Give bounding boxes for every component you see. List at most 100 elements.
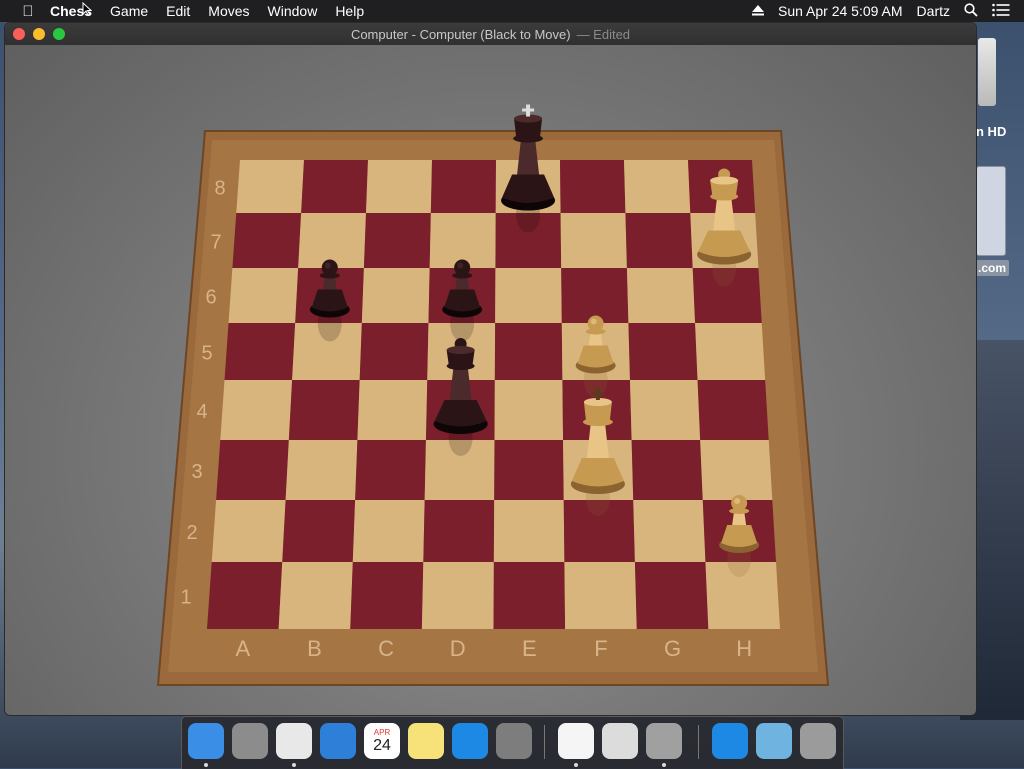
notes-icon[interactable]: [408, 723, 444, 759]
board-square-d8[interactable]: [430, 160, 496, 213]
board-square-d1[interactable]: [421, 562, 494, 629]
board-square-a7[interactable]: [232, 213, 302, 268]
apple-menu-icon[interactable]: : [20, 3, 36, 20]
close-window-button[interactable]: [13, 28, 25, 40]
board-square-c6[interactable]: [361, 268, 430, 323]
preview-icon[interactable]: [602, 723, 638, 759]
board-square-c8[interactable]: [365, 160, 432, 213]
board-square-g2[interactable]: [633, 500, 706, 562]
board-square-a6[interactable]: [228, 268, 299, 323]
dock: APR 24: [181, 716, 844, 769]
app-store-downloads-icon[interactable]: [712, 723, 748, 759]
board-square-a2[interactable]: [211, 500, 286, 562]
board-square-a8[interactable]: [236, 160, 304, 213]
board-square-g5[interactable]: [628, 323, 698, 380]
board-square-f7[interactable]: [560, 213, 627, 268]
board-square-b7[interactable]: [298, 213, 366, 268]
app-store-icon[interactable]: [452, 723, 488, 759]
chess-icon[interactable]: [646, 723, 682, 759]
eject-icon[interactable]: [752, 3, 765, 19]
board-square-h4[interactable]: [697, 380, 769, 440]
board-square-c7[interactable]: [363, 213, 431, 268]
menu-edit[interactable]: Edit: [166, 3, 190, 19]
zoom-window-button[interactable]: [53, 28, 65, 40]
rank-label: 2: [186, 522, 197, 544]
window-titlebar[interactable]: Computer - Computer (Black to Move) — Ed…: [5, 23, 976, 45]
board-square-g4[interactable]: [629, 380, 701, 440]
board-square-g3[interactable]: [631, 440, 703, 500]
board-square-a5[interactable]: [224, 323, 296, 380]
board-square-h5[interactable]: [695, 323, 766, 380]
board-square-f8[interactable]: [560, 160, 626, 213]
board-square-e3[interactable]: [494, 440, 564, 500]
file-label: A: [235, 636, 250, 661]
board-square-b2[interactable]: [282, 500, 356, 562]
board-square-a1[interactable]: [207, 562, 283, 629]
chrome-icon[interactable]: [276, 723, 312, 759]
running-app-indicator: [574, 763, 578, 767]
spotlight-search-icon[interactable]: [964, 2, 978, 20]
board-square-f6[interactable]: [561, 268, 629, 323]
clock-text[interactable]: Sun Apr 24 5:09 AM: [778, 3, 903, 19]
minimize-window-button[interactable]: [33, 28, 45, 40]
board-square-b3[interactable]: [285, 440, 358, 500]
board-square-c2[interactable]: [352, 500, 425, 562]
menu-window[interactable]: Window: [268, 3, 318, 19]
board-square-e6[interactable]: [495, 268, 562, 323]
board-square-g7[interactable]: [625, 213, 693, 268]
board-square-d2[interactable]: [423, 500, 495, 562]
file-label: E: [522, 636, 537, 661]
board-square-e4[interactable]: [494, 380, 564, 440]
rank-label: 8: [214, 178, 225, 200]
menu-moves[interactable]: Moves: [208, 3, 249, 19]
menu-game[interactable]: Game: [110, 3, 148, 19]
downloads-folder-icon[interactable]: [756, 723, 792, 759]
menu-help[interactable]: Help: [335, 3, 364, 19]
dock-separator: [698, 725, 699, 759]
hard-drive-icon[interactable]: [978, 38, 996, 106]
rank-label: 1: [180, 587, 191, 609]
board-square-g6[interactable]: [626, 268, 696, 323]
board-square-c3[interactable]: [355, 440, 426, 500]
hard-drive-label[interactable]: n HD: [976, 124, 1006, 139]
window-title: Computer - Computer (Black to Move): [350, 26, 571, 42]
itunes-icon[interactable]: [558, 723, 594, 759]
calendar-day-text: 24: [373, 736, 391, 754]
board-square-c4[interactable]: [357, 380, 428, 440]
board-square-e5[interactable]: [494, 323, 563, 380]
file-label: H: [736, 636, 752, 661]
file-label: D: [450, 636, 466, 661]
user-name[interactable]: Dartz: [917, 3, 950, 19]
mouse-cursor-icon: [82, 2, 92, 16]
chess-window: Computer - Computer (Black to Move) — Ed…: [5, 23, 976, 715]
board-square-h3[interactable]: [700, 440, 773, 500]
notification-center-icon[interactable]: [992, 3, 1010, 20]
running-app-indicator: [292, 763, 296, 767]
launchpad-icon[interactable]: [232, 723, 268, 759]
board-square-b4[interactable]: [288, 380, 360, 440]
calendar-icon[interactable]: APR 24: [364, 723, 400, 759]
board-square-g1[interactable]: [634, 562, 709, 629]
system-preferences-icon[interactable]: [496, 723, 532, 759]
desktop-file-icon[interactable]: [976, 166, 1006, 256]
board-square-b1[interactable]: [278, 562, 353, 629]
board-square-f1[interactable]: [564, 562, 637, 629]
board-square-c5[interactable]: [359, 323, 429, 380]
file-label: C: [378, 636, 394, 661]
board-square-g8[interactable]: [624, 160, 691, 213]
chess-board-view[interactable]: 8 7 6 5 4 3 2 1 A B C D E F G H: [5, 45, 976, 715]
board-square-e2[interactable]: [493, 500, 565, 562]
board-square-a4[interactable]: [220, 380, 293, 440]
board-square-b8[interactable]: [301, 160, 368, 213]
rank-label: 6: [205, 287, 216, 309]
board-square-e1[interactable]: [493, 562, 566, 629]
safari-icon[interactable]: [320, 723, 356, 759]
running-app-indicator: [662, 763, 666, 767]
board-square-c1[interactable]: [350, 562, 424, 629]
board-square-a3[interactable]: [216, 440, 289, 500]
finder-icon[interactable]: [188, 723, 224, 759]
trash-icon[interactable]: [800, 723, 836, 759]
desktop-link-label[interactable]: .com: [975, 260, 1010, 276]
dock-separator: [544, 725, 545, 759]
running-app-indicator: [204, 763, 208, 767]
